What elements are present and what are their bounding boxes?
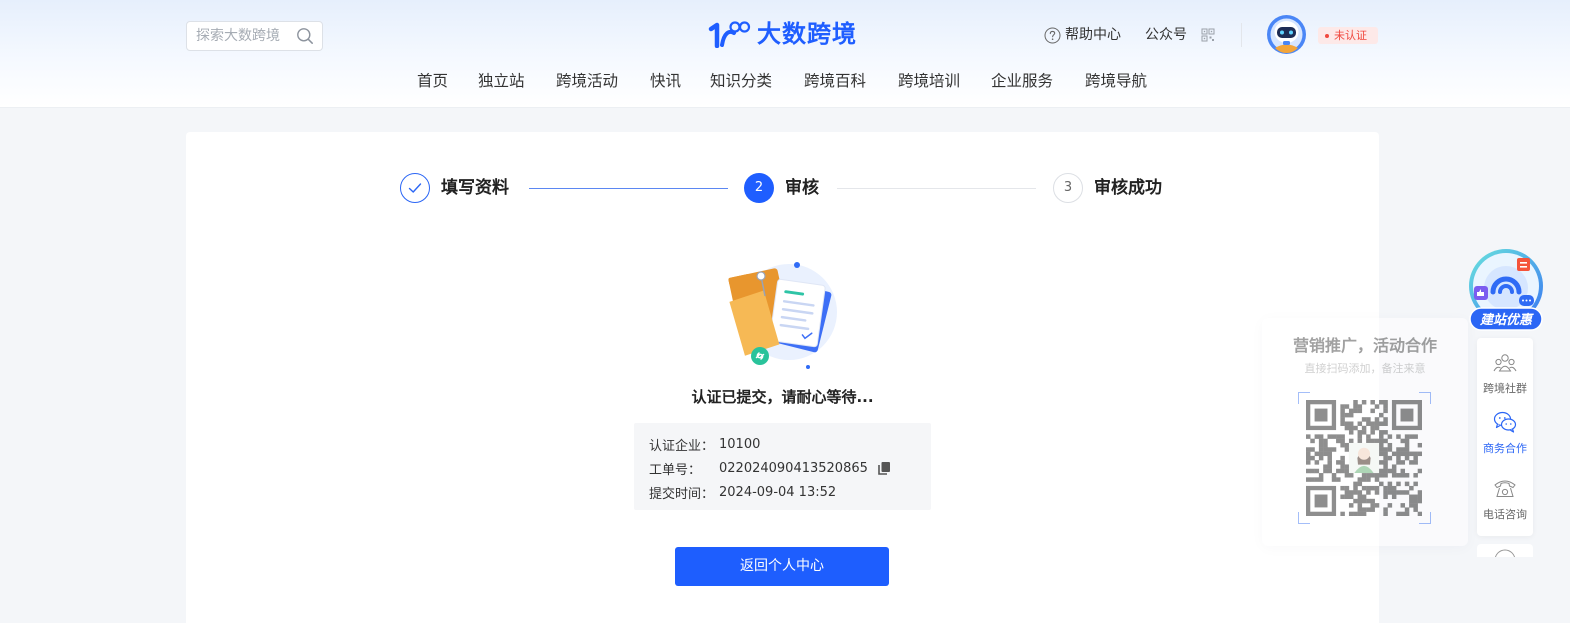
qrcode-icon[interactable] [1201,28,1215,42]
step-connector-2 [837,188,1036,189]
wechat-icon [1493,411,1517,433]
qr-code-frame [1298,392,1431,524]
copy-icon[interactable] [877,461,891,475]
header-divider [1241,23,1242,47]
sidebar-item-label: 商务合作 [1483,442,1527,455]
sidebar-item-label: 电话咨询 [1483,508,1527,521]
sidebar-item-clipped[interactable] [1477,544,1533,557]
sidebar-item-phone[interactable]: 电话咨询 [1477,462,1533,528]
popup-subtitle: 直接扫码添加，备注来意 [1304,362,1426,375]
info-value: 10100 [719,436,761,452]
step-1-label: 填写资料 [441,178,509,198]
contact-popup: 营销推广，活动合作 直接扫码添加，备注来意 [1262,318,1468,546]
promo-label: 建站优惠 [1479,312,1534,328]
info-row-company: 认证企业： 10100 [649,432,931,456]
step-3-number: 3 [1053,173,1083,203]
official-account-label: 公众号 [1145,27,1187,43]
back-to-profile-button[interactable]: 返回个人中心 [675,547,889,586]
nav-item-enterprise-services[interactable]: 企业服务 [991,71,1053,91]
info-label: 提交时间： [649,486,715,502]
nav-item-independent-site[interactable]: 独立站 [478,71,525,91]
step-1-indicator [400,173,430,203]
info-value: 2024-09-04 13:52 [719,484,837,500]
official-account-link[interactable]: 公众号 [1145,25,1215,45]
logo-text: 大数跨境 [757,20,857,48]
site-building-promo-icon: 建站优惠 [1469,249,1543,331]
circle-icon [1494,549,1516,557]
search-box[interactable] [186,21,323,51]
status-message: 认证已提交，请耐心等待... [691,388,874,406]
nav-item-events[interactable]: 跨境活动 [556,71,618,91]
robot-avatar-icon [1267,15,1306,54]
info-value: 022024090413520865 [719,460,868,476]
info-row-submit-time: 提交时间： 2024-09-04 13:52 [649,480,931,504]
submission-info-box: 认证企业： 10100 工单号： 022024090413520865 提交时间… [634,423,931,510]
check-icon [408,183,422,193]
floating-sidebar: 跨境社群 商务合作 电话咨询 [1477,338,1533,536]
sidebar-item-business[interactable]: 商务合作 [1477,396,1533,462]
community-icon [1493,354,1517,372]
step-2-number: 2 [744,173,774,203]
logo-icon [708,21,751,48]
step-connector-1 [529,188,728,189]
nav-item-encyclopedia[interactable]: 跨境百科 [804,71,866,91]
verify-status-badge[interactable]: 未认证 [1318,27,1378,44]
step-2-label: 审核 [785,178,819,198]
site-header: 大数跨境 帮助中心 公众号 [0,0,1570,108]
step-3-label: 审核成功 [1094,178,1162,198]
sidebar-item-label: 跨境社群 [1483,382,1527,395]
verification-card: 填写资料 2 审核 3 审核成功 认证已提交，请耐心等待... 认证企业： 10… [186,132,1379,623]
qr-code-image [1306,400,1422,516]
status-dot [1325,33,1329,38]
help-center-link[interactable]: 帮助中心 [1044,25,1121,45]
nav-item-directory[interactable]: 跨境导航 [1085,71,1147,91]
nav-item-news[interactable]: 快讯 [650,71,681,91]
info-label: 认证企业： [649,438,715,454]
submitted-documents-illustration [728,262,837,369]
info-label: 工单号： [649,462,702,478]
help-center-label: 帮助中心 [1065,27,1121,43]
avatar[interactable] [1267,15,1306,54]
sidebar-item-community[interactable]: 跨境社群 [1477,338,1533,396]
popup-title: 营销推广，活动合作 [1292,336,1437,355]
phone-icon [1494,480,1516,497]
nav-item-home[interactable]: 首页 [417,71,448,91]
search-input[interactable] [196,22,294,50]
info-row-ticket: 工单号： 022024090413520865 [649,456,931,480]
search-icon[interactable] [296,27,314,45]
site-building-promo[interactable]: 建站优惠 [1466,246,1546,332]
site-logo[interactable]: 大数跨境 [707,19,857,49]
verify-status-label: 未认证 [1334,29,1367,42]
nav-item-knowledge-categories[interactable]: 知识分类 [710,71,772,91]
nav-item-training[interactable]: 跨境培训 [898,71,960,91]
question-circle-icon [1044,27,1061,43]
